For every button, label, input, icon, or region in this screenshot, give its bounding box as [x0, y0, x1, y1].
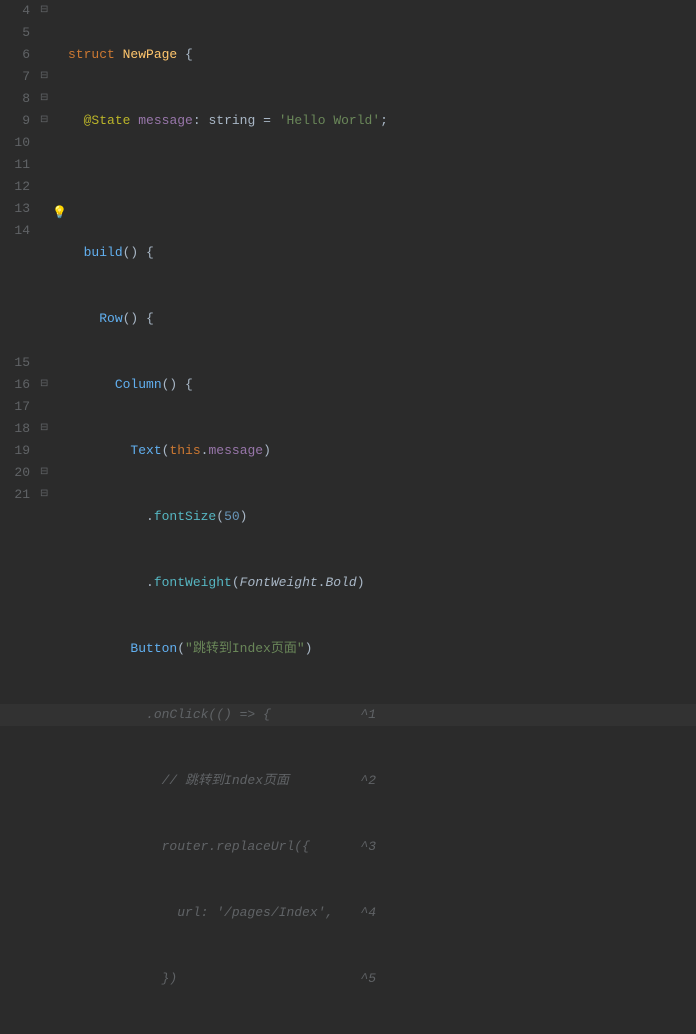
inlay-hint: ^5	[360, 968, 376, 990]
code-line[interactable]: })^5	[68, 968, 696, 990]
code-line[interactable]: // 跳转到Index页面^2	[68, 770, 696, 792]
code-line[interactable]: url: '/pages/Index',^4	[68, 902, 696, 924]
fold-close-icon[interactable]: ⊟	[40, 490, 50, 500]
fold-open-icon[interactable]: ⊟	[40, 94, 50, 104]
code-line[interactable]: build() {	[68, 242, 696, 264]
fold-close-icon[interactable]: ⊟	[40, 424, 50, 434]
code-line[interactable]: router.replaceUrl({^3	[68, 836, 696, 858]
line-number: 16	[0, 374, 30, 396]
inlay-hint: ^4	[360, 902, 376, 924]
code-line[interactable]: @State message: string = 'Hello World';	[68, 110, 696, 132]
line-number: 20	[0, 462, 30, 484]
lightbulb-icon[interactable]: 💡	[52, 202, 67, 224]
line-number: 6	[0, 44, 30, 66]
fold-open-icon[interactable]: ⊟	[40, 72, 50, 82]
line-number	[0, 242, 30, 264]
line-number: 11	[0, 154, 30, 176]
line-number	[0, 330, 30, 352]
line-number: 15	[0, 352, 30, 374]
fold-open-icon[interactable]: ⊟	[40, 6, 50, 16]
line-number: 21	[0, 484, 30, 506]
code-editor[interactable]: 4 5 6 7 8 9 10 11 12 13 14 15 16 17 18 1…	[0, 0, 696, 517]
line-number: 7	[0, 66, 30, 88]
code-line[interactable]: Row() {	[68, 308, 696, 330]
inlay-hint: ^2	[360, 770, 376, 792]
line-number	[0, 286, 30, 308]
line-number: 10	[0, 132, 30, 154]
line-number: 13	[0, 198, 30, 220]
line-number: 17	[0, 396, 30, 418]
line-number: 8	[0, 88, 30, 110]
line-number: 4	[0, 0, 30, 22]
line-number: 18	[0, 418, 30, 440]
code-line[interactable]	[68, 176, 696, 198]
code-line[interactable]: .fontSize(50)	[68, 506, 696, 528]
line-number-gutter: 4 5 6 7 8 9 10 11 12 13 14 15 16 17 18 1…	[0, 0, 38, 517]
line-number	[0, 264, 30, 286]
code-area[interactable]: struct NewPage { @State message: string …	[68, 0, 696, 517]
code-line[interactable]: struct NewPage {	[68, 44, 696, 66]
line-number: 14	[0, 220, 30, 242]
code-line[interactable]: .fontWeight(FontWeight.Bold)	[68, 572, 696, 594]
fold-column: ⊟ ⊟ ⊟ ⊟ 💡 ⊟ ⊟ ⊟ ⊟	[38, 0, 68, 517]
line-number: 5	[0, 22, 30, 44]
code-line[interactable]: Column() {	[68, 374, 696, 396]
fold-close-icon[interactable]: ⊟	[40, 468, 50, 478]
fold-open-icon[interactable]: ⊟	[40, 116, 50, 126]
line-number	[0, 308, 30, 330]
inlay-hint: ^3	[360, 836, 376, 858]
fold-close-icon[interactable]: ⊟	[40, 380, 50, 390]
line-number: 9	[0, 110, 30, 132]
code-line-active[interactable]: .onClick(() => {^1	[68, 704, 696, 726]
line-number: 12	[0, 176, 30, 198]
code-line[interactable]: Text(this.message)	[68, 440, 696, 462]
code-line[interactable]: Button("跳转到Index页面")	[68, 638, 696, 660]
line-number: 19	[0, 440, 30, 462]
inlay-hint: ^1	[360, 704, 376, 726]
